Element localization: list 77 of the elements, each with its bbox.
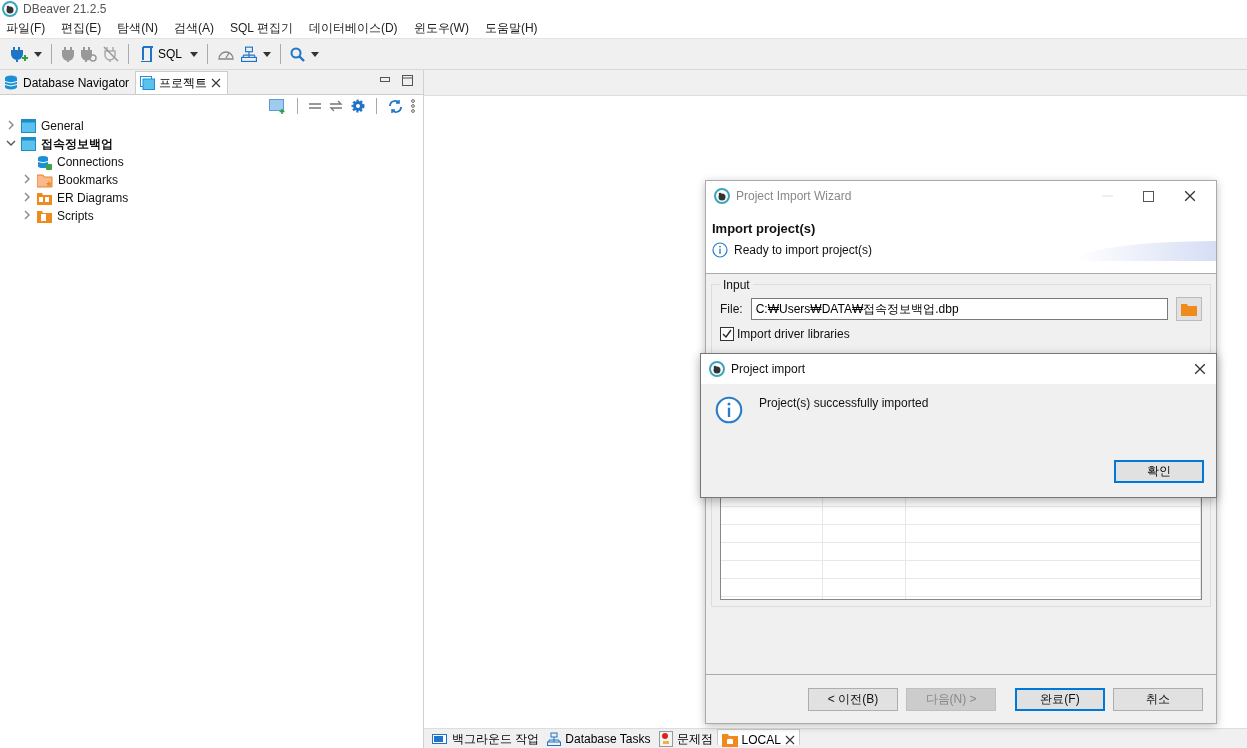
ok-button[interactable]: 확인	[1114, 460, 1204, 483]
menu-item[interactable]: 데이터베이스(D)	[308, 19, 398, 37]
link-arrows-icon[interactable]	[329, 100, 343, 112]
menu-item[interactable]: 탐색(N)	[117, 19, 158, 37]
database-icon	[4, 75, 19, 90]
menu-item[interactable]: 윈도우(W)	[413, 19, 469, 37]
checkbox[interactable]	[720, 327, 734, 341]
new-connection-plug-icon[interactable]	[10, 45, 28, 63]
file-label: File:	[720, 302, 743, 316]
app-logo-icon	[709, 361, 725, 377]
project-folder-icon	[21, 137, 36, 151]
project-window-icon	[140, 76, 156, 90]
database-icon	[37, 154, 52, 170]
view-tab[interactable]: LOCAL	[716, 729, 800, 745]
caret-icon[interactable]	[34, 51, 42, 57]
minimize-icon[interactable]	[380, 77, 390, 83]
caret-icon[interactable]	[263, 51, 271, 57]
info-icon	[715, 396, 743, 424]
maximize-icon[interactable]	[402, 74, 413, 86]
maximize-icon[interactable]	[1143, 190, 1154, 202]
collapse-chevron-icon[interactable]	[6, 138, 16, 148]
plug-disconnect-icon[interactable]	[103, 46, 119, 62]
folder-star-icon	[37, 172, 53, 188]
plug-refresh-icon[interactable]	[81, 46, 97, 62]
view-tab[interactable]: Database Tasks	[543, 729, 655, 745]
app-logo-icon	[714, 188, 730, 204]
wizard-button[interactable]: < 이전(B)	[808, 687, 898, 711]
wizard-heading: Import project(s)	[712, 221, 817, 236]
folder-diagram-icon	[37, 191, 52, 205]
close-icon[interactable]	[784, 734, 795, 745]
menu-item[interactable]: 검색(A)	[174, 19, 214, 37]
new-project-icon[interactable]	[269, 98, 286, 114]
group-label: Input	[720, 278, 753, 292]
file-path-field[interactable]: C:₩Users₩DATA₩접속정보백업.dbp	[750, 298, 1168, 320]
folder-script-icon	[37, 209, 52, 223]
tasks-icon	[547, 732, 562, 746]
settings-icon[interactable]	[351, 99, 365, 113]
wizard-button[interactable]: 완료(F)	[1015, 687, 1105, 711]
dialog-message: Project(s) successfully imported	[759, 396, 929, 412]
menu-item[interactable]: 파일(F)	[6, 19, 46, 37]
wizard-button[interactable]: 취소	[1113, 687, 1203, 711]
sql-editor-button[interactable]: SQL	[138, 46, 184, 62]
tree-item[interactable]: General	[41, 119, 84, 133]
menu-item[interactable]: 도움말(H)	[484, 19, 538, 37]
view-tab[interactable]: 백그라운드 작업	[428, 729, 544, 745]
view-tab[interactable]: 문제점	[654, 729, 717, 745]
database-folder-icon	[721, 732, 738, 747]
checkbox-label[interactable]: Import driver libraries	[737, 327, 850, 341]
expand-chevron-icon[interactable]	[6, 120, 16, 130]
progress-bar-icon	[432, 734, 448, 744]
caret-icon[interactable]	[190, 51, 198, 57]
folder-icon	[1181, 302, 1197, 316]
sync-icon[interactable]	[388, 98, 403, 114]
caret-icon[interactable]	[311, 51, 319, 57]
info-icon	[712, 242, 728, 258]
close-icon[interactable]	[1194, 363, 1206, 375]
tasks-icon[interactable]	[241, 46, 257, 62]
panel-tab[interactable]: 프로젝트	[135, 71, 229, 94]
tree-item[interactable]: Scripts	[57, 209, 94, 223]
tree-item[interactable]: Connections	[57, 155, 124, 169]
search-icon[interactable]	[290, 46, 305, 62]
close-icon[interactable]	[211, 78, 222, 88]
window-title: DBeaver 21.2.5	[23, 2, 107, 16]
close-icon[interactable]	[1184, 190, 1196, 202]
menu-item[interactable]: SQL 편집기	[230, 19, 293, 37]
wizard-message: Ready to import project(s)	[734, 243, 873, 257]
script-icon	[140, 46, 154, 62]
project-folder-icon	[21, 119, 36, 133]
dialog-title: Project import	[731, 362, 807, 376]
tree-item[interactable]: Bookmarks	[58, 173, 119, 187]
more-options-icon[interactable]	[411, 99, 415, 113]
collapse-all-icon[interactable]	[309, 103, 321, 109]
tree-item[interactable]: ER Diagrams	[57, 191, 129, 205]
tree-item[interactable]: 접속정보백업	[41, 135, 113, 153]
wizard-title: Project Import Wizard	[736, 189, 853, 203]
menu-item[interactable]: 편집(E)	[61, 19, 102, 37]
plug-icon[interactable]	[61, 46, 75, 62]
